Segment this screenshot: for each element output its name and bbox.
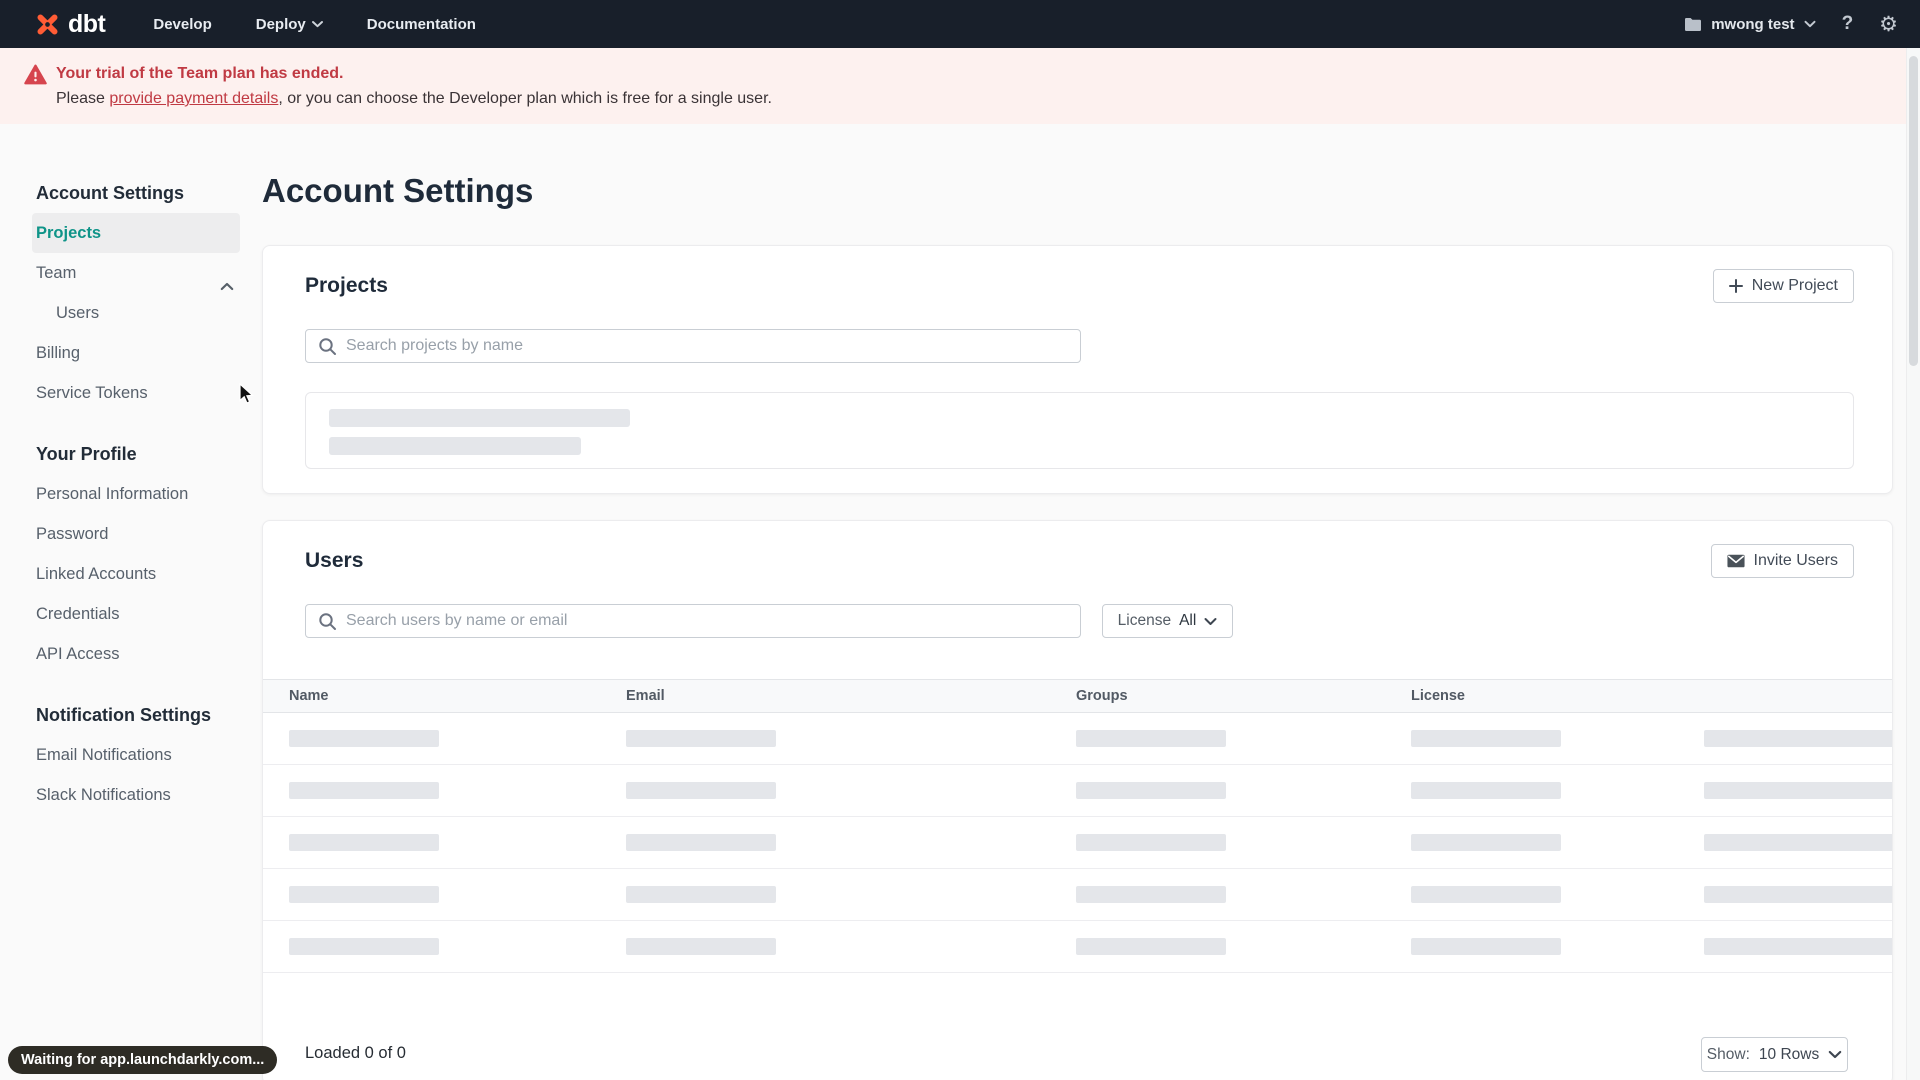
search-icon (318, 337, 337, 361)
chevron-down-icon (1204, 617, 1217, 626)
browser-status-bubble: Waiting for app.launchdarkly.com... (8, 1046, 278, 1074)
mouse-cursor (237, 382, 257, 410)
sidebar-item-users[interactable]: Users (32, 293, 240, 333)
table-row-skeleton (263, 765, 1892, 817)
skeleton-bar (289, 886, 439, 903)
banner-title: Your trial of the Team plan has ended. (56, 65, 344, 82)
skeleton-bar (1076, 938, 1226, 955)
column-header-name: Name (289, 688, 329, 704)
projects-card-title: Projects (305, 274, 388, 297)
sidebar-header-account-settings: Account Settings (36, 183, 185, 203)
table-row-skeleton (263, 869, 1892, 921)
sidebar-item-personal-information[interactable]: Personal Information (32, 474, 240, 514)
warning-icon (24, 64, 47, 85)
sidebar-item-team[interactable]: Team (32, 253, 240, 293)
skeleton-bar (1411, 834, 1561, 851)
nav-item-develop[interactable]: Develop (153, 16, 211, 33)
skeleton-bar (1704, 782, 1892, 799)
settings-sidebar: Account Settings Projects Team Users Bil… (32, 124, 240, 815)
nav-item-deploy[interactable]: Deploy (256, 16, 323, 33)
skeleton-bar (329, 409, 630, 427)
projects-card: Projects New Project (262, 245, 1893, 494)
brand-name: dbt (68, 9, 106, 38)
skeleton-bar (329, 437, 581, 455)
users-search (305, 604, 1081, 638)
skeleton-bar (1411, 886, 1561, 903)
users-table-header: Name Email Groups License (263, 679, 1892, 713)
page-scrollbar[interactable] (1906, 48, 1920, 1080)
skeleton-bar (289, 782, 439, 799)
payment-details-link[interactable]: provide payment details (109, 90, 278, 107)
sidebar-item-password[interactable]: Password (32, 514, 240, 554)
table-row-skeleton (263, 817, 1892, 869)
skeleton-bar (1704, 730, 1892, 747)
skeleton-bar (1704, 834, 1892, 851)
nav-item-documentation[interactable]: Documentation (367, 16, 476, 33)
sidebar-item-api-access[interactable]: API Access (32, 634, 240, 674)
sidebar-item-linked-accounts[interactable]: Linked Accounts (32, 554, 240, 594)
sidebar-item-credentials[interactable]: Credentials (32, 594, 240, 634)
table-row-skeleton (263, 713, 1892, 765)
new-project-button[interactable]: New Project (1712, 269, 1854, 303)
dbt-logo[interactable]: dbt (34, 9, 106, 39)
skeleton-bar (1704, 938, 1892, 955)
skeleton-bar (626, 782, 776, 799)
invite-users-button[interactable]: Invite Users (1710, 544, 1854, 578)
sidebar-item-projects[interactable]: Projects (32, 213, 240, 253)
skeleton-bar (1076, 886, 1226, 903)
page-title: Account Settings (262, 172, 534, 209)
sidebar-item-service-tokens[interactable]: Service Tokens (32, 373, 240, 413)
skeleton-bar (289, 730, 439, 747)
skeleton-bar (289, 834, 439, 851)
skeleton-bar (1411, 730, 1561, 747)
chevron-down-icon (1804, 20, 1816, 28)
projects-search-input[interactable] (306, 330, 1080, 362)
sidebar-header-your-profile: Your Profile (36, 444, 137, 464)
skeleton-bar (1076, 834, 1226, 851)
trial-ended-banner: Your trial of the Team plan has ended. P… (0, 48, 1920, 124)
scrollbar-thumb[interactable] (1909, 56, 1918, 366)
skeleton-bar (1076, 782, 1226, 799)
sidebar-item-email-notifications[interactable]: Email Notifications (32, 735, 240, 775)
projects-search (305, 329, 1081, 363)
skeleton-bar (626, 886, 776, 903)
search-icon (318, 612, 337, 636)
rows-per-page-dropdown[interactable]: Show: 10 Rows (1701, 1037, 1848, 1072)
banner-body: Please provide payment details, or you c… (56, 90, 772, 107)
column-header-email: Email (626, 688, 665, 704)
loaded-count: Loaded 0 of 0 (305, 1044, 406, 1062)
skeleton-bar (1704, 886, 1892, 903)
dbt-logo-icon (34, 11, 61, 38)
gear-icon[interactable]: ⚙ (1879, 14, 1898, 35)
skeleton-bar (626, 730, 776, 747)
skeleton-bar (289, 938, 439, 955)
users-search-input[interactable] (306, 605, 1080, 637)
help-icon[interactable]: ? (1842, 13, 1854, 35)
skeleton-bar (1411, 938, 1561, 955)
table-row-skeleton (263, 921, 1892, 973)
license-filter-dropdown[interactable]: License All (1102, 604, 1233, 638)
envelope-icon (1726, 554, 1745, 568)
account-name: mwong test (1711, 15, 1795, 33)
sidebar-header-notification-settings: Notification Settings (36, 705, 211, 725)
skeleton-bar (1076, 730, 1226, 747)
chevron-down-icon (311, 20, 323, 28)
skeleton-bar (626, 938, 776, 955)
sidebar-item-billing[interactable]: Billing (32, 333, 240, 373)
column-header-groups: Groups (1076, 688, 1128, 704)
column-header-license: License (1411, 688, 1465, 704)
projects-loading-skeleton (305, 392, 1854, 469)
chevron-down-icon (1828, 1050, 1842, 1059)
users-table: Name Email Groups License (263, 679, 1892, 973)
skeleton-bar (626, 834, 776, 851)
plus-icon (1728, 279, 1743, 293)
users-table-footer: Loaded 0 of 0 Show: 10 Rows (263, 1037, 1892, 1072)
top-nav: dbt Develop Deploy Documentation mwong t… (0, 0, 1920, 48)
users-card-title: Users (305, 549, 364, 572)
skeleton-bar (1411, 782, 1561, 799)
folder-icon (1684, 17, 1702, 32)
users-card: Users Invite Users License All (262, 520, 1893, 1080)
sidebar-item-slack-notifications[interactable]: Slack Notifications (32, 775, 240, 815)
account-switcher[interactable]: mwong test (1684, 15, 1816, 33)
